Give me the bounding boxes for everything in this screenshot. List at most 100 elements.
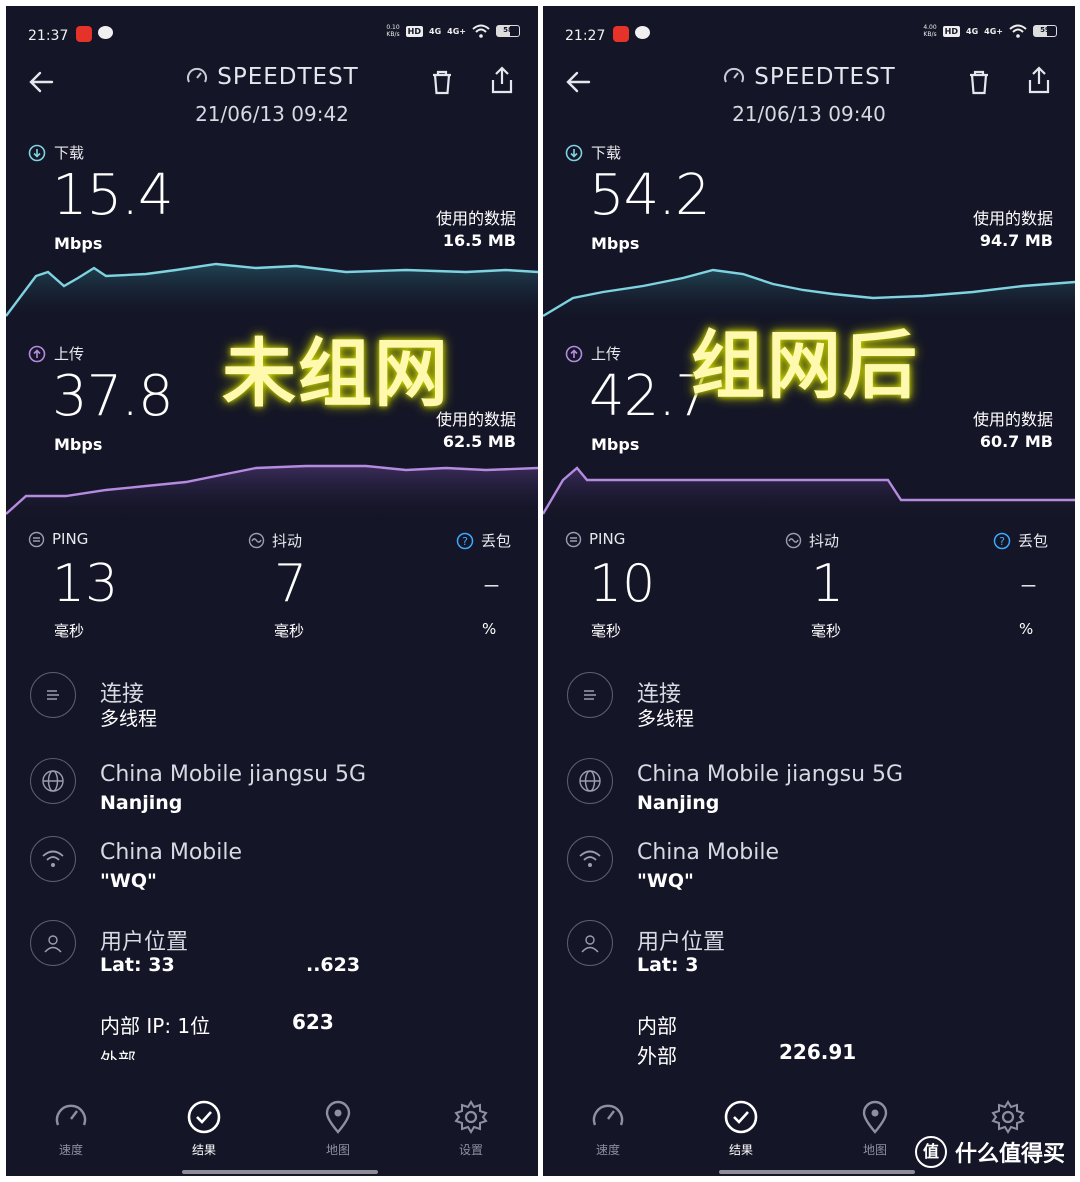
signal-4g-plus-icon: 4G+	[984, 26, 1003, 36]
upload-data-used: 使用的数据 60.7 MB	[972, 410, 1053, 451]
upload-speed-graph	[543, 466, 1075, 522]
page-title: SPEEDTEST	[6, 64, 538, 90]
nav-map[interactable]: 地图	[298, 1099, 378, 1158]
overlay-caption: 组网后	[691, 323, 919, 409]
wifi-icon	[472, 24, 490, 38]
globe-icon	[567, 758, 613, 804]
internal-ip: 内部 IP: 1位	[100, 1014, 211, 1038]
net-speed: 4.00 KB/s	[923, 24, 937, 38]
nav-settings[interactable]: 设置	[431, 1099, 511, 1158]
server-city: Nanjing	[637, 792, 720, 814]
download-label: 下载	[28, 142, 84, 163]
ping-icon	[28, 531, 45, 547]
external-ip: 外部	[100, 1046, 136, 1060]
map-pin-icon	[325, 1100, 351, 1134]
download-data-used: 使用的数据 94.7 MB	[972, 209, 1053, 250]
globe-icon	[30, 758, 76, 804]
speedometer-icon	[724, 67, 745, 83]
gear-icon	[991, 1100, 1025, 1134]
ping-value: 13	[52, 554, 119, 614]
ping-unit: 毫秒	[54, 622, 85, 640]
download-arrow-icon	[28, 144, 46, 161]
download-label: 下载	[565, 142, 621, 163]
speedtest-result-right: 21:27 4.00 KB/s HD 4G 4G+ 59 SPEEDTEST 21…	[543, 6, 1075, 1176]
test-date: 21/06/13 09:40	[732, 102, 886, 126]
signal-4g-icon: 4G	[966, 26, 979, 36]
help-icon[interactable]: ?	[456, 532, 474, 550]
trash-icon[interactable]	[426, 66, 458, 98]
jitter-value: 7	[274, 554, 308, 614]
help-icon[interactable]: ?	[993, 532, 1011, 550]
download-unit: Mbps	[54, 234, 103, 253]
download-arrow-icon	[565, 144, 583, 161]
home-indicator[interactable]	[182, 1170, 378, 1174]
signal-4g-plus-icon: 4G+	[447, 26, 466, 36]
nav-speed[interactable]: 速度	[568, 1099, 648, 1158]
upload-speed-graph	[6, 464, 538, 522]
network-ssid: "WQ"	[637, 870, 694, 892]
home-indicator[interactable]	[719, 1170, 915, 1174]
packet-loss-value: –	[1020, 564, 1037, 604]
location-lat-tail: ..623	[306, 954, 361, 976]
packet-loss-label[interactable]: ? 丢包	[456, 530, 511, 551]
jitter-label: 抖动	[248, 530, 302, 551]
server-name[interactable]: China Mobile jiangsu 5G	[637, 762, 903, 787]
ping-label: PING	[565, 530, 625, 548]
nav-results[interactable]: 结果	[701, 1099, 781, 1158]
trash-icon[interactable]	[963, 66, 995, 98]
packet-loss-unit: %	[482, 620, 497, 638]
speedtest-result-left: 21:37 0.10 KB/s HD 4G 4G+ 58 SPEEDTEST 21…	[6, 6, 538, 1176]
download-value: 54.2	[589, 163, 711, 228]
message-notification-icon	[98, 26, 113, 39]
app-notification-icon	[613, 26, 629, 42]
upload-label: 上传	[565, 343, 621, 364]
svg-text:?: ?	[999, 535, 1005, 548]
status-bar-right: 4.00 KB/s HD 4G 4G+ 59	[923, 24, 1057, 38]
server-name[interactable]: China Mobile jiangsu 5G	[100, 762, 366, 787]
internal-ip: 内部	[637, 1014, 677, 1038]
nav-results[interactable]: 结果	[164, 1099, 244, 1158]
upload-value: 37.8	[52, 364, 174, 429]
upload-label: 上传	[28, 343, 84, 364]
jitter-value: 1	[811, 554, 845, 614]
status-time: 21:37	[28, 28, 69, 44]
hd-icon: HD	[405, 25, 424, 37]
hd-icon: HD	[942, 25, 961, 37]
wifi-icon	[1009, 24, 1027, 38]
server-city: Nanjing	[100, 792, 183, 814]
provider-name: China Mobile	[637, 840, 780, 865]
jitter-unit: 毫秒	[274, 622, 305, 640]
map-pin-icon	[862, 1100, 888, 1134]
nav-speed[interactable]: 速度	[31, 1099, 111, 1158]
share-icon[interactable]	[486, 64, 518, 96]
watermark-text: 什么值得买	[954, 1142, 1065, 1167]
status-bar-right: 0.10 KB/s HD 4G 4G+ 58	[386, 24, 520, 38]
download-value: 15.4	[52, 163, 174, 228]
nav-map[interactable]: 地图	[835, 1099, 915, 1158]
location-title: 用户位置	[637, 930, 726, 955]
download-data-used: 使用的数据 16.5 MB	[435, 209, 516, 250]
internal-ip-tail: 623	[292, 1010, 334, 1034]
packet-loss-label[interactable]: ? 丢包	[993, 530, 1048, 551]
overlay-caption: 未组网	[222, 331, 450, 417]
bottom-nav: 速度 结果 地图 设置	[6, 1091, 538, 1161]
wifi-provider-icon	[567, 836, 613, 882]
nav-settings[interactable]	[968, 1099, 1048, 1141]
jitter-icon	[785, 532, 802, 549]
ping-unit: 毫秒	[591, 622, 622, 640]
check-circle-icon	[187, 1100, 221, 1134]
svg-text:?: ?	[462, 535, 468, 548]
watermark: 值 什么值得买	[914, 1136, 1065, 1168]
gear-icon	[454, 1100, 488, 1134]
upload-arrow-icon	[565, 345, 583, 362]
user-location-icon	[567, 920, 613, 966]
provider-name: China Mobile	[100, 840, 243, 865]
upload-arrow-icon	[28, 345, 46, 362]
connection-type: 多线程	[637, 708, 695, 730]
packet-loss-value: –	[483, 564, 500, 604]
share-icon[interactable]	[1023, 64, 1055, 96]
jitter-label: 抖动	[785, 530, 839, 551]
battery-icon: 59	[1033, 25, 1057, 37]
check-circle-icon	[724, 1100, 758, 1134]
ping-value: 10	[589, 554, 656, 614]
